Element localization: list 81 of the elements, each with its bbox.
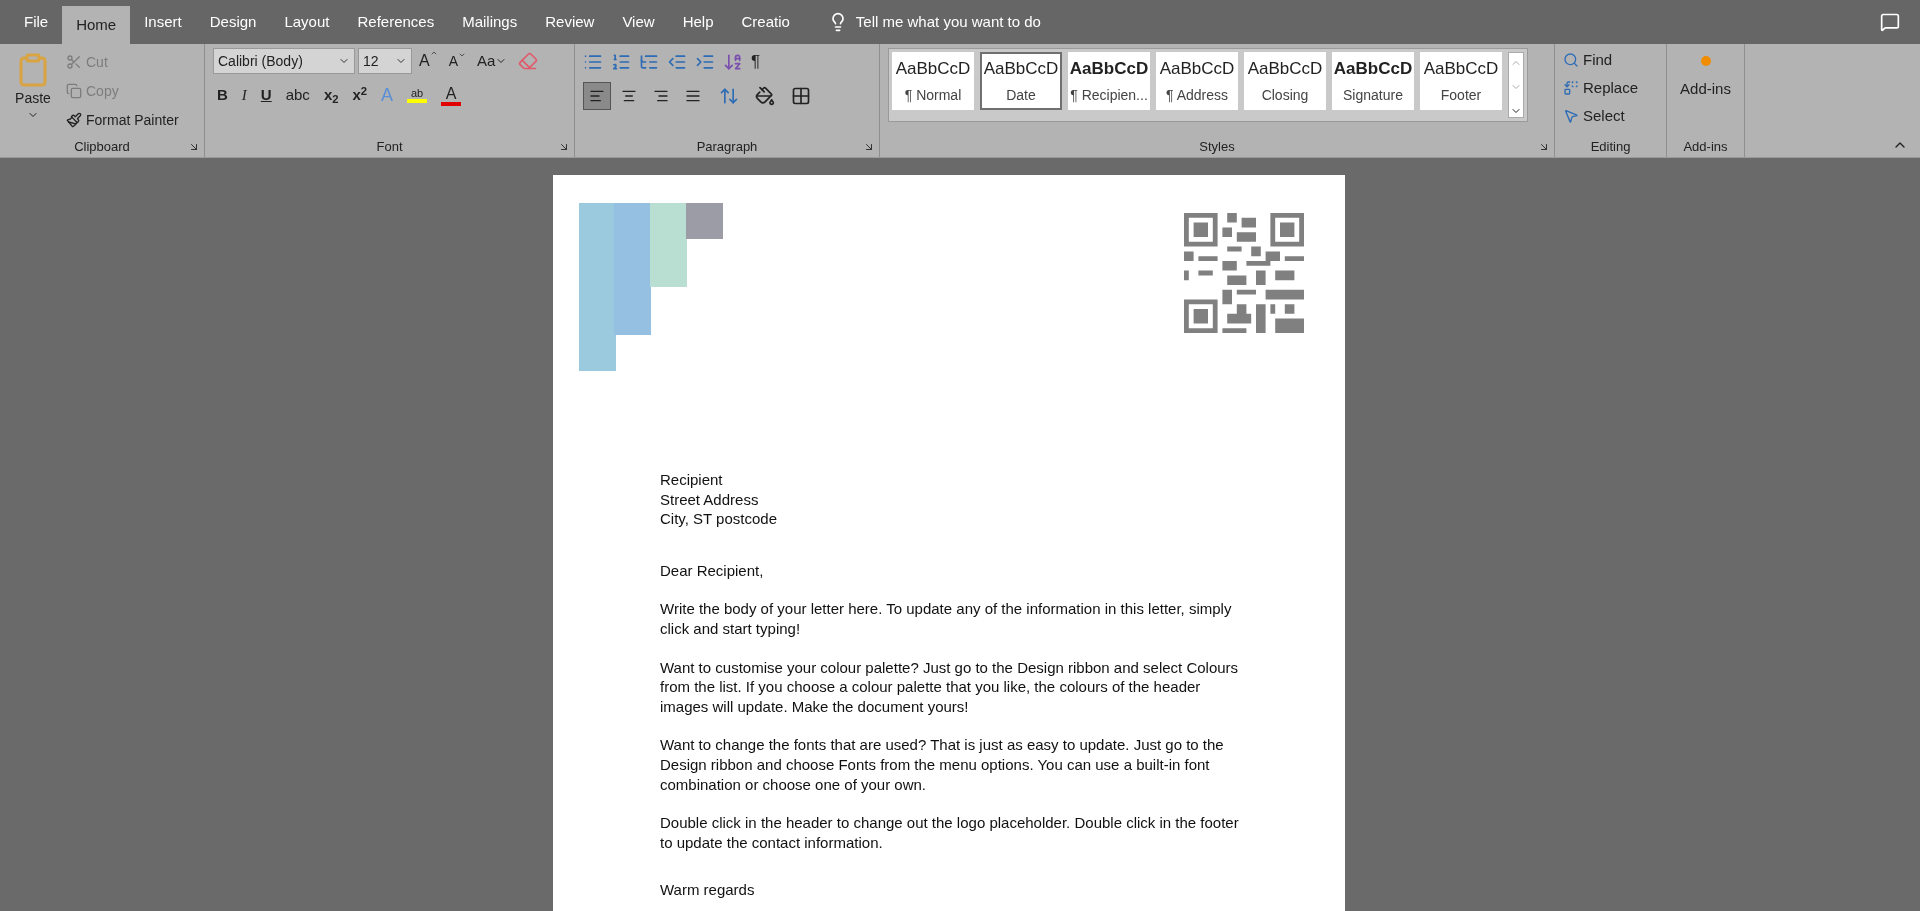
dialog-launcher-icon[interactable] — [558, 141, 570, 153]
group-label: Font — [376, 138, 403, 157]
format-button[interactable]: abc — [281, 84, 314, 107]
align-right-icon — [653, 88, 669, 104]
format-button[interactable]: x$_{2}$ — [319, 84, 343, 107]
add-ins-button[interactable]: Add-ins — [1675, 48, 1736, 101]
ribbon-tab[interactable]: Review — [531, 0, 609, 44]
bullets-icon[interactable] — [583, 52, 603, 72]
clipboard-cut-icon — [66, 54, 82, 70]
caret-icon — [429, 49, 438, 57]
address-line: Recipient — [660, 470, 723, 490]
style-tile[interactable]: AaBbCcD Closing — [1244, 52, 1326, 110]
comments-icon[interactable] — [1880, 12, 1900, 32]
ribbon-tab[interactable]: Home — [62, 6, 131, 44]
change-case-button[interactable]: Aa — [473, 49, 512, 73]
align-justify-icon — [685, 88, 701, 104]
format-button[interactable]: I — [237, 84, 251, 107]
ribbon-tab[interactable]: Layout — [270, 0, 344, 44]
body-paragraph: Write the body of your letter here. To update any of the information in this letter, simply click and start typing! — [660, 599, 1233, 639]
qr-code-icon — [1184, 213, 1304, 333]
style-tile[interactable]: AaBbCcD Signature — [1332, 52, 1414, 110]
paste-button[interactable]: Paste — [8, 48, 58, 132]
line-spacing-icon[interactable] — [719, 86, 739, 106]
address-line: City, ST postcode — [660, 509, 777, 529]
group-label: Editing — [1590, 138, 1631, 157]
format-button[interactable]: x$^{2}$ — [348, 84, 372, 107]
ribbon-tab[interactable]: File — [10, 0, 63, 44]
select-icon — [1563, 108, 1579, 124]
font-size-dropdown[interactable]: 12 — [358, 48, 412, 74]
ribbon-tab[interactable]: Help — [668, 0, 728, 44]
find-icon — [1563, 52, 1579, 68]
align-left-icon — [589, 88, 605, 104]
dialog-launcher-icon[interactable] — [188, 141, 200, 153]
editing-button[interactable]: Replace — [1563, 76, 1639, 100]
align-center-icon — [621, 88, 637, 104]
ribbon-tab[interactable]: References — [343, 0, 449, 44]
align-button[interactable] — [583, 82, 611, 110]
ribbon-tab[interactable]: Insert — [130, 0, 196, 44]
font-name-dropdown[interactable]: Calibri (Body) — [213, 48, 355, 74]
ribbon-tab[interactable]: View — [608, 0, 669, 44]
tell-me-field[interactable]: Tell me what you want to do — [855, 10, 1156, 34]
group-label: Clipboard — [74, 138, 130, 157]
grow-font-button[interactable]: A — [415, 49, 442, 73]
ribbon-tab[interactable]: Creatio — [727, 0, 804, 44]
group-label: Paragraph — [696, 138, 758, 157]
font-color-button[interactable]: A — [437, 85, 466, 106]
ribbon-tab[interactable]: Mailings — [448, 0, 532, 44]
clipboard-button[interactable]: Format Painter — [66, 108, 179, 132]
increase-indent-icon[interactable] — [695, 52, 715, 72]
body-paragraph: Want to customise your colour palette? Just go to the Design ribbon and select Colours from the list. If you choose a colour palette that you like, the colours of the header images will update. Make the document yours! — [660, 657, 1240, 717]
format-button[interactable]: B — [213, 84, 232, 107]
editing-button[interactable]: Find — [1563, 48, 1639, 72]
closing-text: Warm regards — [660, 880, 755, 900]
style-tile[interactable]: AaBbCcD Date — [980, 52, 1062, 110]
shrink-font-button[interactable]: A — [444, 50, 470, 72]
body-paragraph: Double click in the header to change out the logo placeholder. Double click in the footer to update the contact information. — [660, 813, 1240, 853]
clipboard-copy-icon — [66, 83, 82, 99]
multilevel-list-icon[interactable] — [639, 52, 659, 72]
shading-icon[interactable] — [755, 86, 775, 106]
show-marks-button[interactable]: ¶ — [751, 49, 761, 75]
sort-icon[interactable] — [723, 52, 743, 72]
decrease-indent-icon[interactable] — [667, 52, 687, 72]
ribbon-tab[interactable]: Design — [195, 0, 271, 44]
style-tile[interactable]: AaBbCcD Footer — [1420, 52, 1502, 110]
dialog-launcher-icon[interactable] — [1538, 141, 1550, 153]
format-button[interactable]: U — [256, 84, 276, 107]
style-tile[interactable]: AaBbCcD ¶ Address — [1156, 52, 1238, 110]
numbering-icon[interactable] — [611, 52, 631, 72]
group-label: Styles — [1199, 138, 1235, 157]
borders-icon[interactable] — [791, 86, 811, 106]
style-tile[interactable]: AaBbCcD ¶ Recipien... — [1068, 52, 1150, 110]
salutation: Dear Recipient, — [660, 560, 764, 581]
dialog-launcher-icon[interactable] — [863, 141, 875, 153]
style-tile[interactable]: AaBbCcD ¶ Normal — [892, 52, 974, 110]
clipboard-painter-icon — [66, 112, 82, 128]
group-label: Add-ins — [1683, 138, 1728, 157]
editing-button[interactable]: Select — [1563, 104, 1639, 128]
address-line: Street Address — [660, 489, 759, 510]
highlight-button[interactable]: ab — [403, 88, 432, 103]
replace-icon — [1563, 80, 1579, 96]
body-paragraph: Want to change the fonts that are used? That is just as easy to update. Just go to the Design ribbon and choose Fonts from the menu options. You can use a built-in font combination or choose one of your own. — [660, 735, 1225, 795]
